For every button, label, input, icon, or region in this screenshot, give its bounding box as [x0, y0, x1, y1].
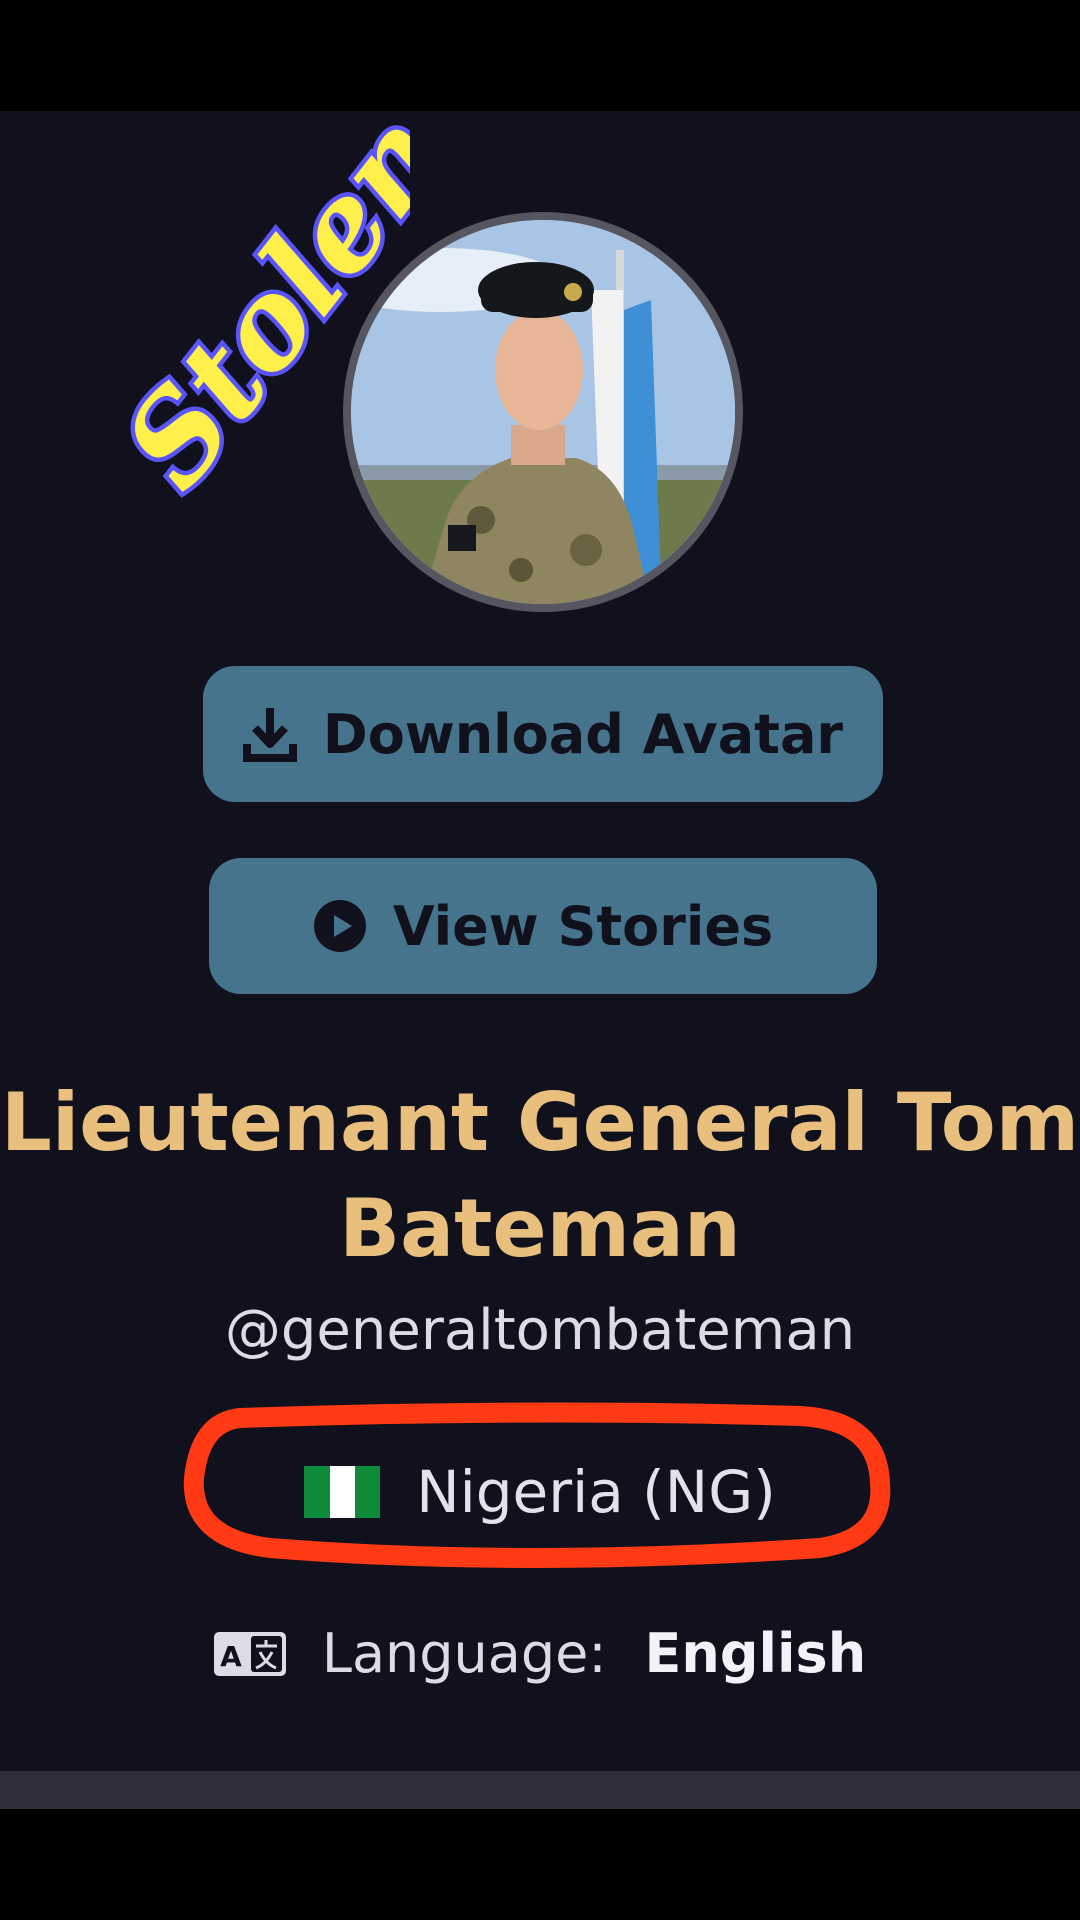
- highlight-annotation: [180, 1398, 900, 1582]
- play-circle-icon: [313, 900, 366, 952]
- view-stories-label: View Stories: [392, 894, 774, 958]
- download-icon: [242, 708, 297, 762]
- translate-icon: A: [213, 1631, 286, 1676]
- svg-text:A: A: [220, 1640, 242, 1673]
- language-label: Language:: [321, 1622, 607, 1685]
- download-avatar-label: Download Avatar: [322, 702, 844, 766]
- language-value: English: [644, 1622, 867, 1685]
- bottom-bar: [0, 1771, 1080, 1809]
- profile-handle: @generaltombateman: [224, 1298, 856, 1363]
- svg-text:Stolen: Stolen: [96, 120, 410, 514]
- language-row: A Language: English: [0, 1622, 1080, 1685]
- profile-name: Lieutenant General Tom Bateman: [0, 1076, 1080, 1275]
- download-avatar-button[interactable]: Download Avatar: [203, 666, 883, 802]
- view-stories-button[interactable]: View Stories: [209, 858, 877, 994]
- stolen-stamp: Stolen: [0, 82, 478, 520]
